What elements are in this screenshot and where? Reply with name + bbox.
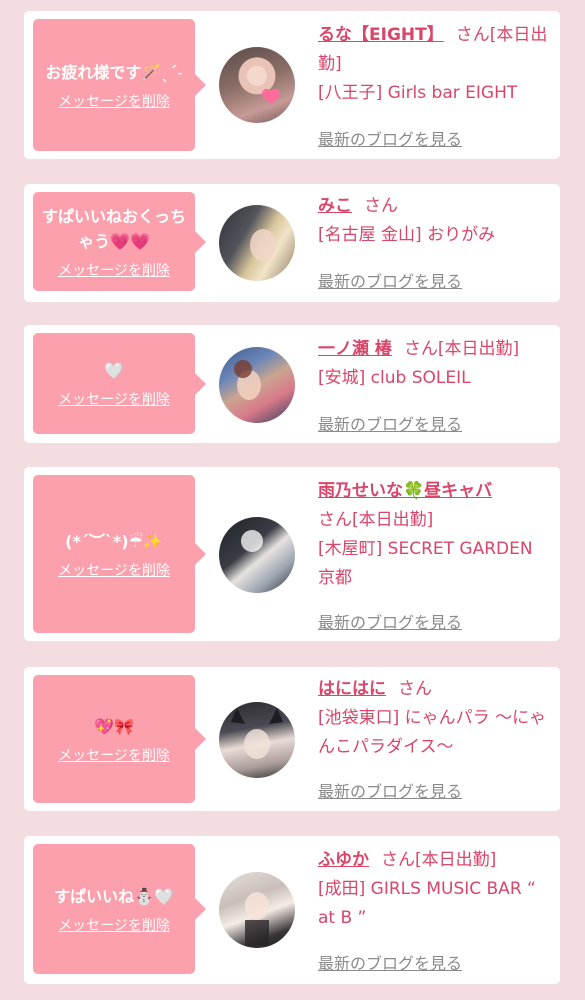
honorific-text: さん [318,510,352,530]
message-bubble: 💖🎀 メッセージを削除 [33,675,206,803]
cast-name-link[interactable]: ふゆか [318,850,369,870]
message-bubble: お疲れ様です🪄ˎˊ˗ メッセージを削除 [33,19,206,151]
avatar[interactable] [219,517,295,593]
avatar[interactable] [219,347,295,423]
avatar-photo-icon [250,229,276,261]
avatar-photo-icon [231,708,283,759]
cast-name-link[interactable]: るな【EIGHT】 [318,25,444,45]
honorific-text: さん [398,679,432,699]
message-bubble: すぱいいねおくっちゃう💗💗 メッセージを削除 [33,192,206,291]
shop-name: [池袋東口] にゃんパラ ～にゃんこパラダイス～ [318,708,547,757]
shop-name: [安城] club SOLEIL [318,368,471,388]
honorific-text: さん [403,339,438,359]
user-info: ふゆか さん[本日出勤] [成田] GIRLS MUSIC BAR “ at B … [318,846,550,933]
message-card: 🤍 メッセージを削除 一ノ瀬 椿さん[本日出勤] [安城] club SOLEI… [24,325,560,443]
cast-name-link[interactable]: はにはに [318,679,386,699]
shop-name: [木屋町] SECRET GARDEN 京都 [318,539,533,588]
latest-blog-link[interactable]: 最新のブログを見る [318,411,462,435]
shop-name: [名古屋 金山] おりがみ [318,225,496,245]
message-text: 💖🎀 [94,716,134,736]
delete-message-link[interactable]: メッセージを削除 [58,389,170,409]
shop-name: [成田] GIRLS MUSIC BAR “ at B ” [318,879,536,928]
user-info: はにはに さん [池袋東口] にゃんパラ ～にゃんこパラダイス～ [318,675,550,762]
message-card: すぱいいね⛄🤍 メッセージを削除 ふゆか さん[本日出勤] [成田] GIRLS … [24,836,560,984]
avatar-photo-icon [241,530,263,552]
cast-name-link[interactable]: みこ [318,196,352,216]
user-info: 雨乃せいな🍀昼キャバ さん[本日出勤] [木屋町] SECRET GARDEN 京… [318,477,550,593]
avatar-photo-icon [262,88,280,104]
avatar-photo-icon [245,892,269,946]
cast-name-link[interactable]: 一ノ瀬 椿 [318,339,392,359]
cast-name-link[interactable]: 雨乃せいな🍀昼キャバ [318,481,492,501]
message-bubble: 🤍 メッセージを削除 [33,333,206,434]
message-card: 💖🎀 メッセージを削除 はにはに さん [池袋東口] にゃんパラ ～にゃんこパラダ… [24,667,560,811]
honorific-text: さん [381,850,415,870]
avatar-photo-icon [234,360,261,400]
message-bubble: (*´︶`*)☔✨ メッセージを削除 [33,475,206,633]
delete-message-link[interactable]: メッセージを削除 [58,260,170,280]
user-info: るな【EIGHT】 さん[本日出勤] [八王子] Girls bar EIGHT [318,21,550,108]
message-text: (*´︶`*)☔✨ [65,531,163,551]
message-card: お疲れ様です🪄ˎˊ˗ メッセージを削除 るな【EIGHT】 さん[本日出勤] [八… [24,11,560,159]
message-card: (*´︶`*)☔✨ メッセージを削除 雨乃せいな🍀昼キャバ さん[本日出勤] [木… [24,467,560,641]
message-bubble: すぱいいね⛄🤍 メッセージを削除 [33,844,206,974]
latest-blog-link[interactable]: 最新のブログを見る [318,950,462,974]
latest-blog-link[interactable]: 最新のブログを見る [318,126,462,150]
message-card: すぱいいねおくっちゃう💗💗 メッセージを削除 みこ さん [名古屋 金山] おりが… [24,184,560,302]
avatar[interactable] [219,702,295,778]
message-list: お疲れ様です🪄ˎˊ˗ メッセージを削除 るな【EIGHT】 さん[本日出勤] [八… [0,0,585,1000]
latest-blog-link[interactable]: 最新のブログを見る [318,268,462,292]
work-status: [本日出勤] [437,339,520,359]
message-text: 🤍 [104,361,124,380]
latest-blog-link[interactable]: 最新のブログを見る [318,609,462,633]
delete-message-link[interactable]: メッセージを削除 [58,91,170,111]
work-status: [本日出勤] [352,510,434,530]
message-text: すぱいいねおくっちゃう💗💗 [41,206,186,251]
message-text: すぱいいね⛄🤍 [54,886,174,906]
honorific-text: さん [455,25,490,45]
honorific-text: さん [364,196,398,216]
delete-message-link[interactable]: メッセージを削除 [58,915,170,935]
avatar[interactable] [219,872,295,948]
user-info: みこ さん [名古屋 金山] おりがみ [318,192,550,250]
delete-message-link[interactable]: メッセージを削除 [58,560,170,580]
message-text: お疲れ様です🪄ˎˊ˗ [45,62,183,82]
avatar[interactable] [219,205,295,281]
user-info: 一ノ瀬 椿さん[本日出勤] [安城] club SOLEIL [318,335,550,393]
work-status: [本日出勤] [415,850,497,870]
avatar[interactable] [219,47,295,123]
latest-blog-link[interactable]: 最新のブログを見る [318,778,462,802]
shop-name: [八王子] Girls bar EIGHT [318,83,518,103]
delete-message-link[interactable]: メッセージを削除 [58,745,170,765]
